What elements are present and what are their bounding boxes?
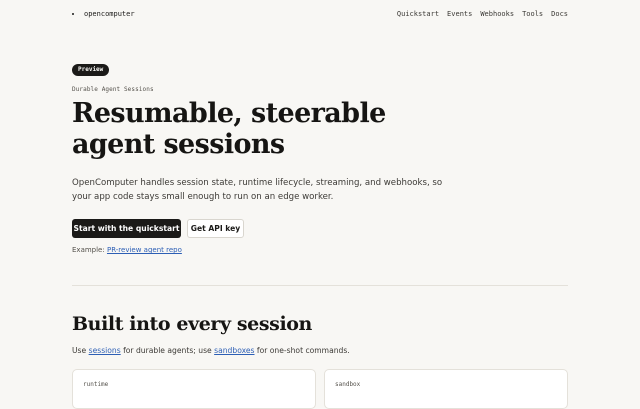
nav-link-webhooks[interactable]: Webhooks [480,10,514,18]
brand-name: opencomputer [84,10,135,18]
nav-link-docs[interactable]: Docs [551,10,568,18]
section-divider [72,285,568,286]
get-api-key-button[interactable]: Get API key [187,219,244,238]
nav-link-events[interactable]: Events [447,10,472,18]
brand-logo[interactable]: opencomputer [72,10,135,18]
lead-text-1: Use [72,346,87,355]
lead-text-2: for durable agents; use [123,346,212,355]
page-title: Resumable, steerable agent sessions [72,98,386,160]
section-heading: Built into every session [72,313,312,335]
nav-links: Quickstart Events Webhooks Tools Docs [397,10,568,18]
eyebrow-label: Durable Agent Sessions [72,86,154,93]
title-line-2: agent sessions [72,129,285,160]
sandboxes-link[interactable]: sandboxes [214,346,254,355]
example-prefix: Example: [72,246,105,254]
card-tag: runtime [83,381,109,388]
quickstart-button[interactable]: Start with the quickstart [72,219,181,238]
sessions-link[interactable]: sessions [89,346,121,355]
feature-card-runtime: runtime [72,369,316,409]
card-tag: sandbox [335,381,361,388]
top-nav: opencomputer Quickstart Events Webhooks … [0,0,640,30]
section-lead: Use sessions for durable agents; use san… [72,346,350,355]
example-line: Example: PR-review agent repo [72,246,182,254]
lead-text-3: for one-shot commands. [256,346,350,355]
example-repo-link[interactable]: PR-review agent repo [107,246,182,254]
brand-dot-icon [72,13,74,15]
preview-badge: Preview [72,64,110,76]
nav-link-tools[interactable]: Tools [522,10,543,18]
title-line-1: Resumable, steerable [72,98,386,129]
feature-card-sandbox: sandbox [324,369,568,409]
nav-link-quickstart[interactable]: Quickstart [397,10,439,18]
hero-description: OpenComputer handles session state, runt… [72,178,443,202]
